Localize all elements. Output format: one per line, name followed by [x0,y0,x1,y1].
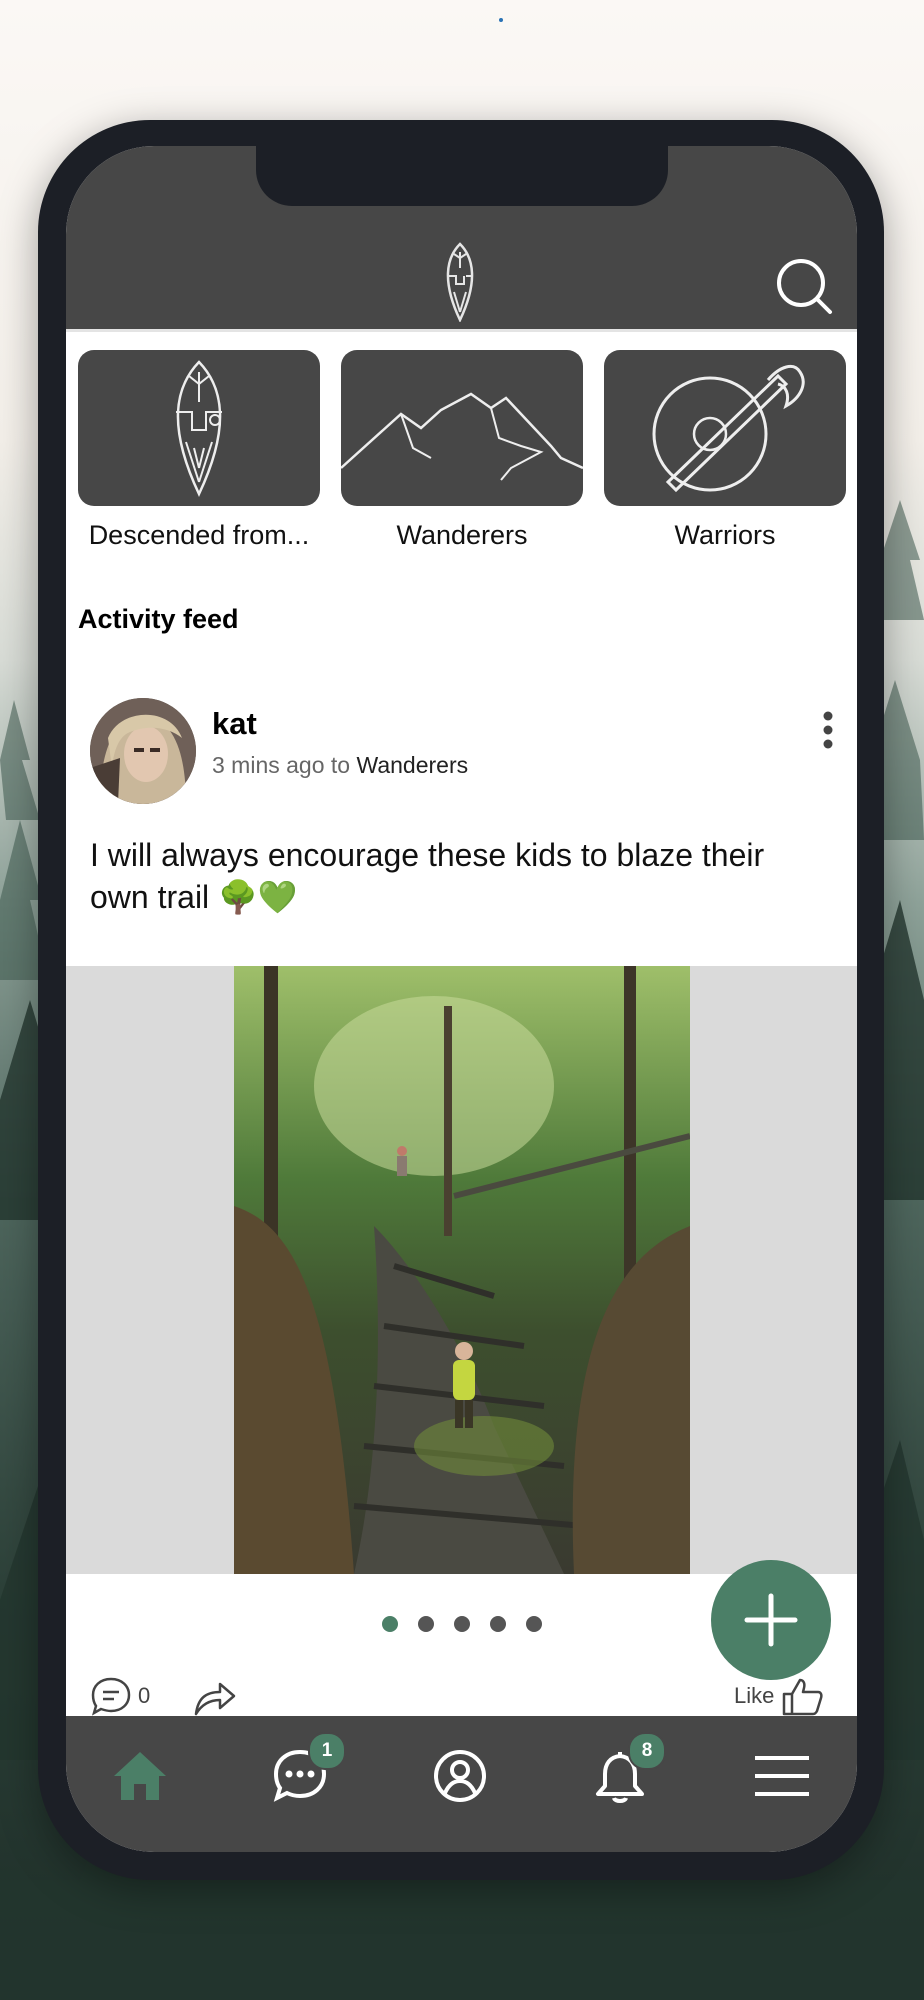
group-label: Descended from... [88,520,310,550]
group-card-wanderers[interactable]: Wanderers [341,350,583,551]
share-icon[interactable] [192,1676,236,1716]
carousel-dot[interactable] [381,1616,398,1632]
post-meta: 3 mins ago to Wanderers [212,752,468,779]
carousel-dot[interactable] [453,1616,470,1632]
group-label: Warriors [674,520,776,550]
tab-messages[interactable]: 1 [268,1732,346,1808]
post-time: 3 mins ago to [212,752,351,778]
group-card-warriors[interactable]: Warriors [604,350,846,551]
shield-axe-icon [652,364,805,493]
activity-feed-title: Activity feed [78,604,239,634]
notifications-badge: 8 [628,1732,666,1770]
shield-face-icon [176,360,222,497]
home-icon [114,1752,166,1800]
user-circle-icon [434,1750,486,1802]
more-options-icon[interactable] [818,710,838,750]
comment-icon [91,1677,131,1716]
like-button[interactable]: Like [734,1676,824,1716]
post-text: I will always encourage these kids to bl… [90,837,765,915]
tab-profile[interactable] [428,1744,492,1808]
post-media-carousel[interactable] [66,966,857,1574]
author-avatar[interactable] [90,698,196,804]
tab-notifications[interactable]: 8 [588,1732,666,1808]
trail-photo[interactable] [234,966,690,1574]
carousel-dot[interactable] [525,1616,542,1632]
thumbs-up-icon [783,1678,823,1716]
group-label: Wanderers [396,520,528,550]
mountains-icon [341,392,583,481]
tab-home[interactable] [108,1744,172,1808]
group-tile[interactable] [341,350,583,506]
search-icon[interactable] [774,256,834,316]
post-header: kat 3 mins ago to Wanderers [90,698,850,808]
shield-face-logo-icon[interactable] [440,242,480,322]
messages-badge: 1 [308,1732,346,1770]
tab-menu[interactable] [750,1744,814,1808]
post-actions: 0 Like [66,1676,857,1716]
post-author[interactable]: kat [212,706,257,742]
carousel-dot[interactable] [417,1616,434,1632]
front-camera [499,18,503,22]
app-screen: Descended from... Wanderers Warriors Act… [66,146,857,1852]
plus-icon [744,1593,798,1647]
group-tile[interactable] [604,350,846,506]
comment-button[interactable]: 0 [90,1676,150,1716]
avatar-image [90,698,196,804]
hamburger-menu-icon [755,1756,809,1796]
group-card-descended[interactable]: Descended from... [78,350,320,551]
device-notch [256,146,668,206]
create-post-button[interactable] [711,1560,831,1680]
like-label: Like [734,1683,775,1708]
comment-count: 0 [138,1683,151,1708]
post-group-link[interactable]: Wanderers [356,752,468,778]
carousel-dot[interactable] [489,1616,506,1632]
bottom-tab-bar: 1 8 [66,1716,857,1852]
group-tile[interactable] [78,350,320,506]
